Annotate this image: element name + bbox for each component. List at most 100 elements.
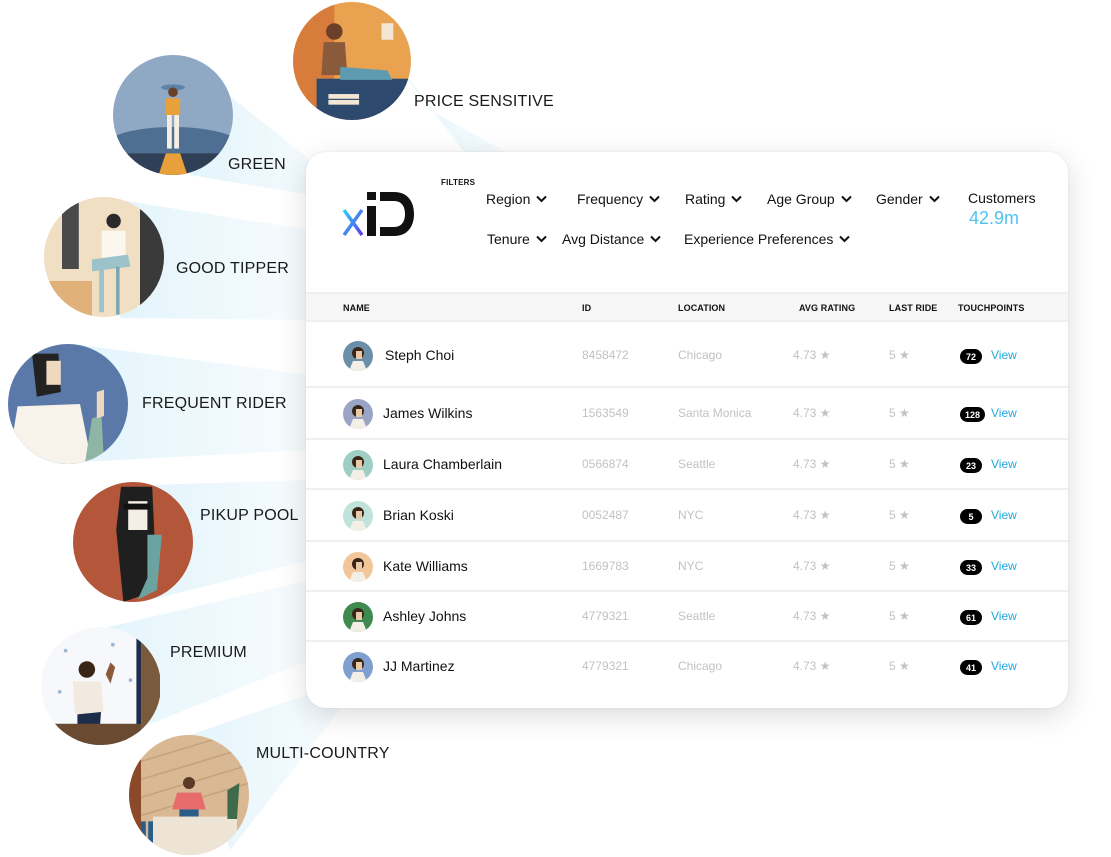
column-header-location[interactable]: LOCATION bbox=[678, 303, 725, 313]
frequent-rider-illustration-icon bbox=[8, 344, 128, 464]
avg-rating: 4.73 ★ bbox=[793, 659, 830, 673]
filter-tenure[interactable]: Tenure bbox=[487, 231, 547, 247]
view-link[interactable]: View bbox=[991, 659, 1017, 673]
customer-name[interactable]: JJ Martinez bbox=[383, 658, 455, 674]
view-link[interactable]: View bbox=[991, 609, 1017, 623]
last-ride-value: 5 bbox=[889, 406, 896, 420]
star-icon: ★ bbox=[819, 406, 831, 420]
filter-rating[interactable]: Rating bbox=[685, 191, 743, 207]
last-ride-rating: 5 ★ bbox=[889, 457, 910, 471]
star-icon: ★ bbox=[819, 609, 831, 623]
filter-experience-preferences[interactable]: Experience Preferences bbox=[684, 231, 851, 247]
touchpoints-badge: 23 bbox=[960, 458, 982, 473]
pikup-pool-illustration-icon bbox=[73, 482, 193, 602]
filter-gender[interactable]: Gender bbox=[876, 191, 940, 207]
table-row[interactable]: Ashley Johns 4779321 Seattle 4.73 ★ 5 ★ 61 Vie… bbox=[306, 592, 1068, 642]
star-icon: ★ bbox=[819, 457, 831, 471]
customer-name[interactable]: Steph Choi bbox=[385, 347, 454, 363]
last-ride-rating: 5 ★ bbox=[889, 348, 910, 362]
customer-name[interactable]: Ashley Johns bbox=[383, 608, 466, 624]
table-row[interactable]: Steph Choi 8458472 Chicago 4.73 ★ 5 ★ 72 View bbox=[306, 324, 1068, 388]
persona-label: GREEN bbox=[228, 156, 286, 173]
star-icon: ★ bbox=[819, 508, 831, 522]
avg-rating-value: 4.73 bbox=[793, 659, 817, 673]
table-row[interactable]: Kate Williams 1669783 NYC 4.73 ★ 5 ★ 33 View bbox=[306, 542, 1068, 592]
star-icon: ★ bbox=[899, 609, 910, 623]
avatar bbox=[343, 399, 373, 429]
view-link[interactable]: View bbox=[991, 559, 1017, 573]
chevron-down-icon bbox=[649, 195, 660, 203]
view-link[interactable]: View bbox=[991, 348, 1017, 362]
table-row[interactable]: JJ Martinez 4779321 Chicago 4.73 ★ 5 ★ 41 View bbox=[306, 642, 1068, 692]
customer-id: 8458472 bbox=[582, 348, 629, 362]
customer-name[interactable]: Kate Williams bbox=[383, 558, 468, 574]
column-header-touchpoints[interactable]: TOUCHPOINTS bbox=[958, 303, 1024, 313]
customer-id: 1669783 bbox=[582, 559, 629, 573]
touchpoints-badge: 72 bbox=[960, 349, 982, 364]
last-ride-rating: 5 ★ bbox=[889, 406, 910, 420]
customer-name[interactable]: Brian Koski bbox=[383, 507, 454, 523]
persona-label: PIKUP POOL bbox=[200, 507, 299, 524]
column-header-avg-rating[interactable]: AVG RATING bbox=[799, 303, 855, 313]
avg-rating-value: 4.73 bbox=[793, 348, 817, 362]
touchpoints-badge: 61 bbox=[960, 610, 982, 625]
customer-id: 4779321 bbox=[582, 659, 629, 673]
chevron-down-icon bbox=[928, 195, 940, 203]
filter-frequency[interactable]: Frequency bbox=[577, 191, 660, 207]
star-icon: ★ bbox=[899, 457, 910, 471]
table-row[interactable]: Brian Koski 0052487 NYC 4.73 ★ 5 ★ 5 View bbox=[306, 490, 1068, 542]
touchpoints-badge: 128 bbox=[960, 407, 986, 422]
filters-title: FILTERS bbox=[441, 178, 476, 187]
column-header-id[interactable]: ID bbox=[582, 303, 591, 313]
star-icon: ★ bbox=[899, 508, 910, 522]
customer-location: NYC bbox=[678, 559, 704, 573]
customer-location: Chicago bbox=[678, 348, 723, 362]
table-row[interactable]: Laura Chamberlain 0566874 Seattle 4.73 ★ 5 ★… bbox=[306, 440, 1068, 490]
customer-location: Seattle bbox=[678, 609, 716, 623]
column-header-name[interactable]: NAME bbox=[343, 303, 370, 313]
last-ride-value: 5 bbox=[889, 609, 896, 623]
star-icon: ★ bbox=[899, 406, 910, 420]
chevron-down-icon bbox=[731, 195, 743, 203]
customer-id: 4779321 bbox=[582, 609, 629, 623]
last-ride-value: 5 bbox=[889, 559, 896, 573]
filter-region[interactable]: Region bbox=[486, 191, 548, 207]
star-icon: ★ bbox=[899, 559, 910, 573]
customers-value: 42.9m bbox=[969, 208, 1020, 228]
avg-rating-value: 4.73 bbox=[793, 508, 817, 522]
avatar bbox=[343, 450, 373, 480]
good-tipper-illustration-icon bbox=[44, 197, 164, 317]
xid-logo bbox=[342, 190, 416, 238]
view-link[interactable]: View bbox=[991, 508, 1017, 522]
last-ride-rating: 5 ★ bbox=[889, 659, 910, 673]
filter-label: Age Group bbox=[767, 191, 835, 207]
persona-label: FREQUENT RIDER bbox=[142, 395, 287, 412]
price-sensitive-illustration-icon bbox=[293, 2, 411, 120]
table-header: NAME ID LOCATION AVG RATING LAST RIDE TO… bbox=[306, 292, 1068, 322]
touchpoints-badge: 41 bbox=[960, 660, 982, 675]
customer-id: 1563549 bbox=[582, 406, 629, 420]
customer-location: Seattle bbox=[678, 457, 716, 471]
last-ride-rating: 5 ★ bbox=[889, 559, 910, 573]
table-row[interactable]: James Wilkins 1563549 Santa Monica 4.73 ★ 5 … bbox=[306, 388, 1068, 440]
column-header-last-ride[interactable]: LAST RIDE bbox=[889, 303, 937, 313]
avg-rating-value: 4.73 bbox=[793, 559, 817, 573]
avg-rating: 4.73 ★ bbox=[793, 609, 830, 623]
star-icon: ★ bbox=[819, 659, 831, 673]
avg-rating: 4.73 ★ bbox=[793, 559, 830, 573]
last-ride-rating: 5 ★ bbox=[889, 609, 910, 623]
customer-name[interactable]: James Wilkins bbox=[383, 405, 472, 421]
customer-name[interactable]: Laura Chamberlain bbox=[383, 456, 502, 472]
persona-label: PRICE SENSITIVE bbox=[414, 93, 554, 110]
filter-avg-distance[interactable]: Avg Distance bbox=[562, 231, 661, 247]
view-link[interactable]: View bbox=[991, 457, 1017, 471]
premium-illustration-icon bbox=[41, 627, 161, 745]
filter-label: Experience Preferences bbox=[684, 231, 834, 247]
filter-label: Gender bbox=[876, 191, 923, 207]
view-link[interactable]: View bbox=[991, 406, 1017, 420]
star-icon: ★ bbox=[819, 559, 831, 573]
filter-age-group[interactable]: Age Group bbox=[767, 191, 852, 207]
customer-location: Santa Monica bbox=[678, 406, 752, 420]
last-ride-value: 5 bbox=[889, 659, 896, 673]
avg-rating: 4.73 ★ bbox=[793, 406, 830, 420]
